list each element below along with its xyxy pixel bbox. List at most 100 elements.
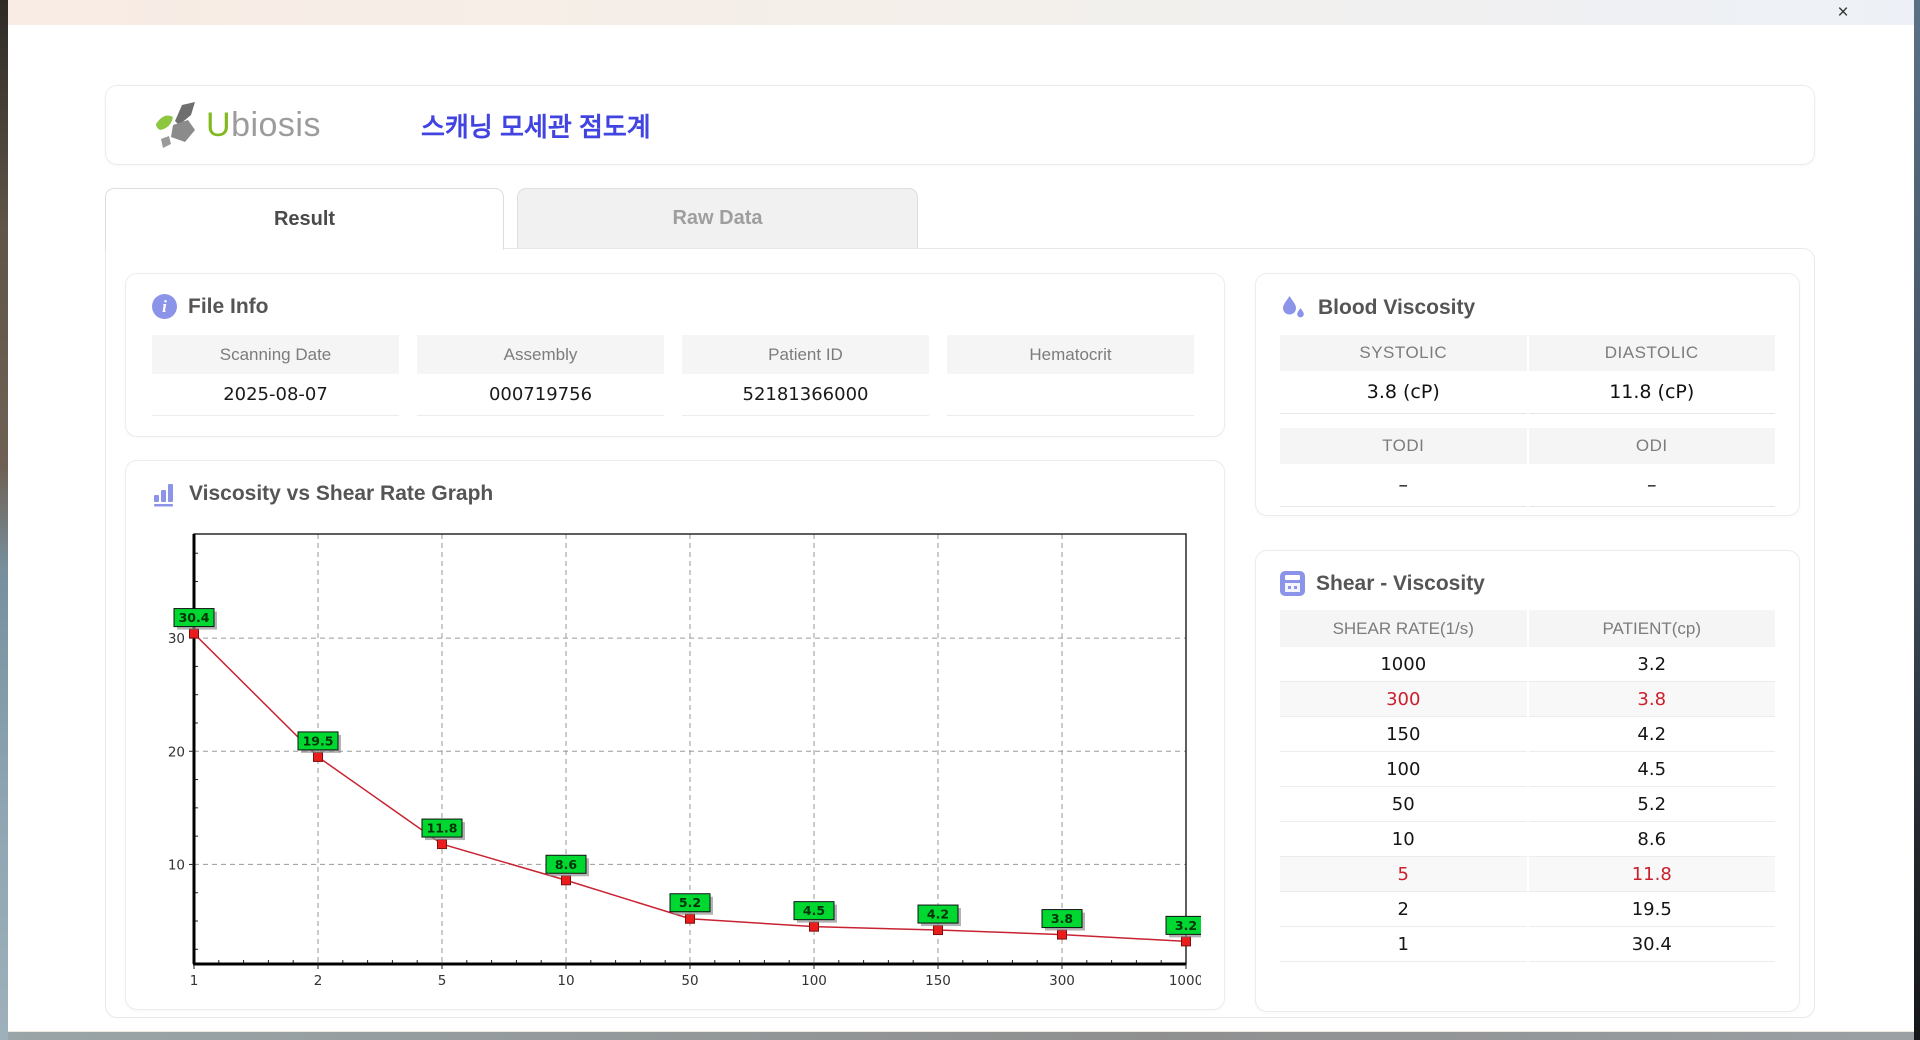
table-row: 50 5.2: [1280, 787, 1775, 822]
droplets-icon: [1280, 294, 1307, 321]
svg-text:8.6: 8.6: [555, 857, 577, 872]
patient-cell: 11.8: [1528, 857, 1775, 892]
blood-viscosity-heading: Blood Viscosity: [1280, 294, 1775, 321]
shear-rate-cell: 100: [1280, 752, 1527, 787]
bv-label: TODI: [1280, 428, 1527, 464]
column-header: PATIENT(cp): [1528, 610, 1775, 647]
brand-rest: biosis: [231, 105, 321, 144]
svg-text:50: 50: [681, 973, 698, 989]
bv-label: DIASTOLIC: [1528, 335, 1775, 371]
desktop-edge-right: [1914, 0, 1920, 1040]
bv-value: –: [1280, 464, 1527, 507]
svg-text:4.5: 4.5: [803, 903, 825, 918]
header: Ubiosis 스캐닝 모세관 점도계: [105, 85, 1815, 165]
field-label: Hematocrit: [947, 335, 1194, 374]
file-info-field: Scanning Date 2025-08-07: [152, 335, 399, 416]
field-value: 000719756: [417, 374, 664, 416]
window-title-bar: ×: [8, 0, 1914, 25]
svg-text:100: 100: [801, 973, 827, 989]
graph-title: Viscosity vs Shear Rate Graph: [189, 482, 494, 505]
table-row: 10 8.6: [1280, 822, 1775, 857]
app-page: Ubiosis 스캐닝 모세관 점도계 Result Raw Data i Fi…: [8, 25, 1914, 1031]
svg-text:150: 150: [925, 973, 951, 989]
shear-rate-cell: 10: [1280, 822, 1527, 857]
shear-viscosity-heading: Shear - Viscosity: [1280, 571, 1775, 596]
calculator-icon: [1280, 571, 1305, 596]
field-value: 2025-08-07: [152, 374, 399, 416]
svg-text:10: 10: [557, 973, 574, 989]
blood-viscosity-card: Blood Viscosity SYSTOLIC DIASTOLIC 3.8 (cP…: [1255, 273, 1800, 516]
bv-label: SYSTOLIC: [1280, 335, 1527, 371]
svg-text:30: 30: [168, 631, 185, 647]
column-header: SHEAR RATE(1/s): [1280, 610, 1527, 647]
file-info-fields: Scanning Date 2025-08-07 Assembly 000719756…: [152, 335, 1198, 416]
svg-text:20: 20: [168, 744, 185, 760]
table-row: 300 3.8: [1280, 682, 1775, 717]
brand-name: Ubiosis: [206, 106, 321, 145]
viscosity-chart: 1 2 5 10 50 100 150 300 1000 10 20 30 30.4 19.5 11.8 8.…: [168, 533, 1201, 989]
field-label: Assembly: [417, 335, 664, 374]
svg-text:1000: 1000: [1169, 973, 1201, 989]
patient-cell: 3.2: [1528, 647, 1775, 682]
shear-viscosity-table: SHEAR RATE(1/s) PATIENT(cp) 1000 3.2 300 3.8…: [1280, 610, 1775, 962]
bv-value-row: 3.8 (cP) 11.8 (cP): [1280, 371, 1775, 414]
graph-heading: Viscosity vs Shear Rate Graph: [152, 481, 1198, 507]
shear-viscosity-title: Shear - Viscosity: [1316, 571, 1485, 595]
tab-raw-data[interactable]: Raw Data: [517, 188, 918, 248]
file-info-card: i File Info Scanning Date 2025-08-07 Assem…: [125, 273, 1225, 437]
shear-rate-cell: 300: [1280, 682, 1527, 717]
svg-text:2: 2: [314, 973, 323, 989]
svg-text:4.2: 4.2: [927, 907, 949, 922]
bv-label-row: SYSTOLIC DIASTOLIC: [1280, 335, 1775, 371]
svg-text:300: 300: [1049, 973, 1075, 989]
bv-value: 11.8 (cP): [1528, 371, 1775, 414]
svg-text:11.8: 11.8: [427, 821, 458, 836]
file-info-field: Hematocrit: [947, 335, 1194, 416]
table-row: 1000 3.2: [1280, 647, 1775, 682]
field-label: Scanning Date: [152, 335, 399, 374]
svg-text:3.8: 3.8: [1051, 911, 1073, 926]
info-icon: i: [152, 294, 177, 319]
field-label: Patient ID: [682, 335, 929, 374]
shear-rate-cell: 1: [1280, 927, 1527, 962]
bv-value: –: [1528, 464, 1775, 507]
close-icon[interactable]: ×: [1831, 1, 1855, 25]
shear-viscosity-card: Shear - Viscosity SHEAR RATE(1/s) PATIENT…: [1255, 550, 1800, 1012]
table-row: 1 30.4: [1280, 927, 1775, 962]
blood-viscosity-table: SYSTOLIC DIASTOLIC 3.8 (cP) 11.8 (cP) TODI OD…: [1280, 335, 1775, 507]
page-title: 스캐닝 모세관 점도계: [421, 111, 651, 142]
patient-cell: 19.5: [1528, 892, 1775, 927]
table-row: 2 19.5: [1280, 892, 1775, 927]
patient-cell: 8.6: [1528, 822, 1775, 857]
table-row: 150 4.2: [1280, 717, 1775, 752]
file-info-title: File Info: [188, 294, 269, 318]
table-row: 100 4.5: [1280, 752, 1775, 787]
patient-cell: 3.8: [1528, 682, 1775, 717]
shear-rate-cell: 50: [1280, 787, 1527, 822]
brand-u: U: [206, 105, 232, 144]
svg-text:3.2: 3.2: [1175, 918, 1197, 933]
desktop-edge-left: [0, 0, 8, 1040]
tab-result[interactable]: Result: [105, 188, 504, 250]
shear-rate-cell: 150: [1280, 717, 1527, 752]
table-row: 5 11.8: [1280, 857, 1775, 892]
file-info-heading: i File Info: [152, 294, 1198, 319]
patient-cell: 4.5: [1528, 752, 1775, 787]
svg-text:5.2: 5.2: [679, 895, 701, 910]
file-info-field: Patient ID 52181366000: [682, 335, 929, 416]
taskbar-edge: [8, 1031, 1914, 1040]
file-info-field: Assembly 000719756: [417, 335, 664, 416]
patient-cell: 4.2: [1528, 717, 1775, 752]
bv-label: ODI: [1528, 428, 1775, 464]
svg-text:10: 10: [168, 857, 185, 873]
bv-value-row: – –: [1280, 464, 1775, 507]
shear-rate-cell: 2: [1280, 892, 1527, 927]
patient-cell: 5.2: [1528, 787, 1775, 822]
svg-text:5: 5: [438, 973, 447, 989]
patient-cell: 30.4: [1528, 927, 1775, 962]
ubiosis-logo-icon: [156, 102, 195, 148]
graph-card: Viscosity vs Shear Rate Graph 1 2 5 10 50 100…: [125, 460, 1225, 1010]
bv-label-row: TODI ODI: [1280, 428, 1775, 464]
svg-text:30.4: 30.4: [179, 610, 210, 625]
field-value: 52181366000: [682, 374, 929, 416]
